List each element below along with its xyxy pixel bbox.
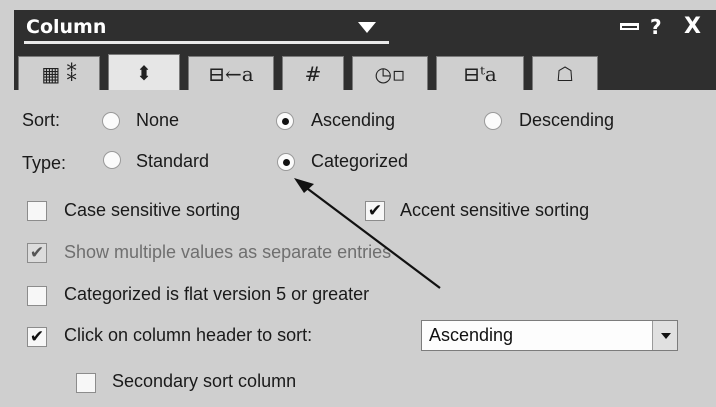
annotation-arrow [294,178,441,289]
